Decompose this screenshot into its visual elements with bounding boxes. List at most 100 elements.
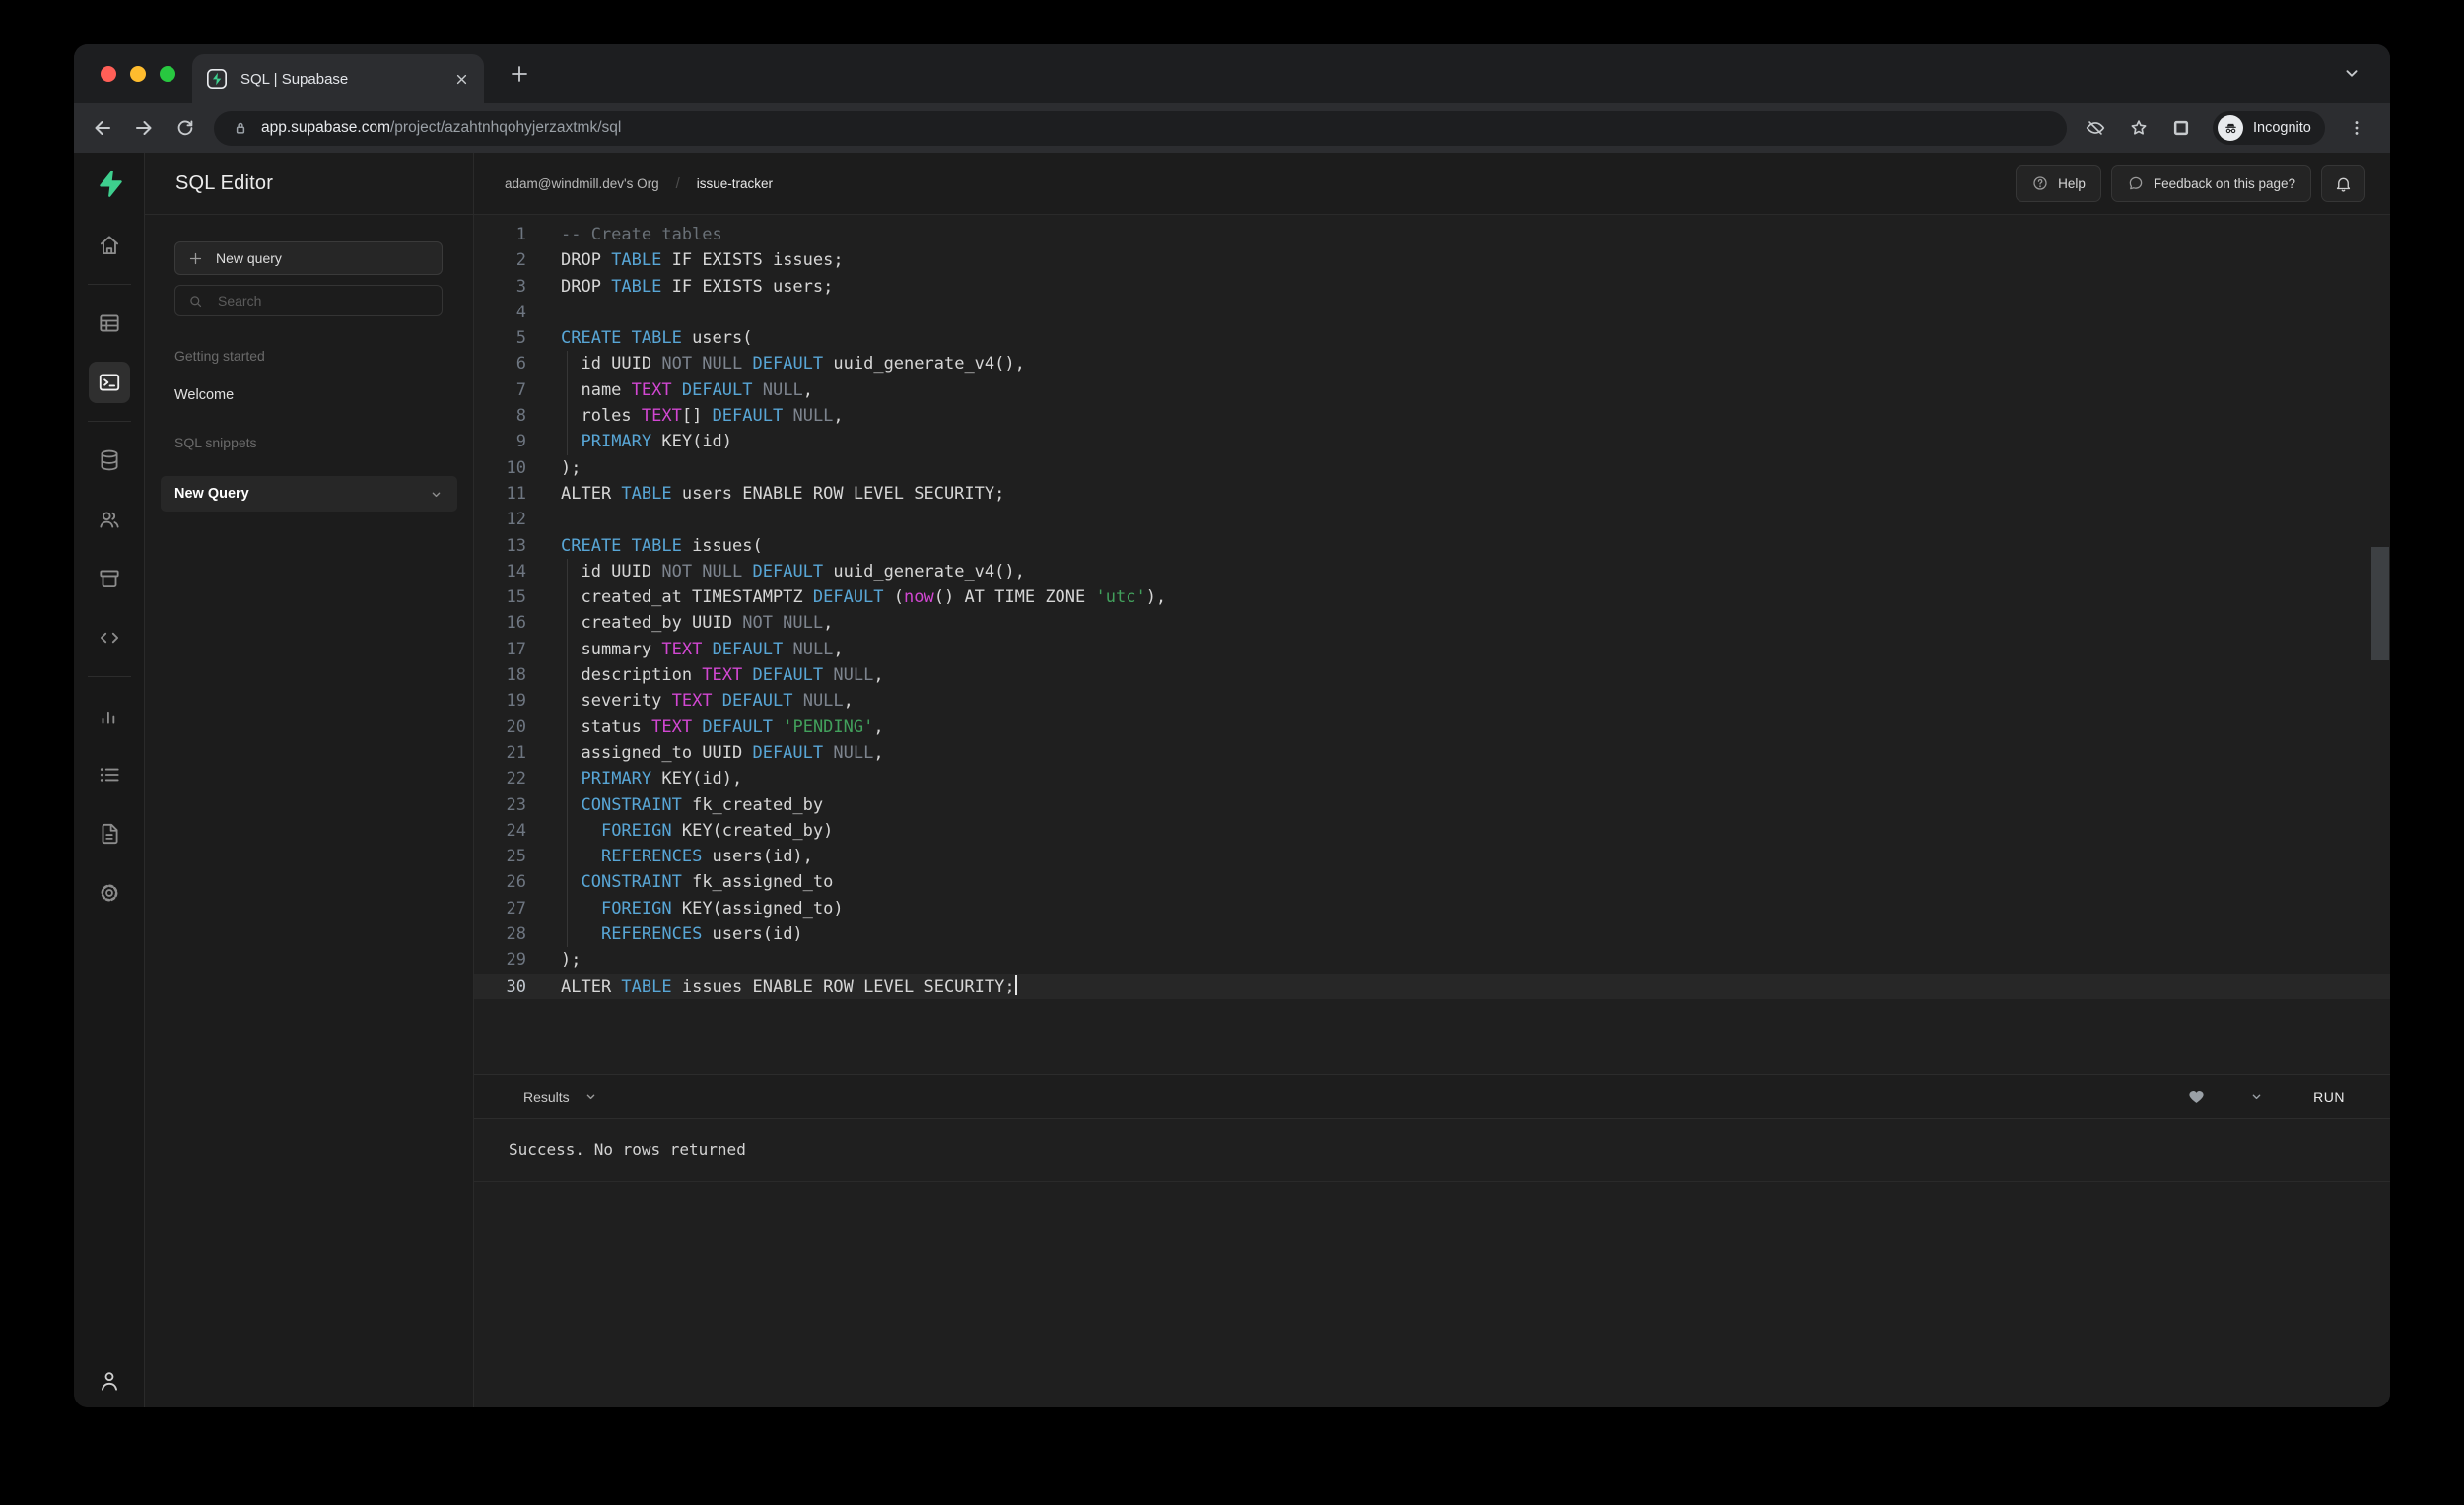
rail-item-table-editor[interactable] bbox=[89, 303, 130, 344]
rail-item-settings[interactable] bbox=[89, 872, 130, 914]
code-text: ); bbox=[561, 947, 581, 973]
code-line[interactable]: 5CREATE TABLE users( bbox=[474, 325, 2390, 351]
code-line[interactable]: 15 created_at TIMESTAMPTZ DEFAULT (now()… bbox=[474, 584, 2390, 610]
line-number: 20 bbox=[474, 715, 526, 740]
supabase-logo[interactable] bbox=[74, 169, 144, 198]
line-number: 1 bbox=[474, 222, 526, 247]
code-line[interactable]: 29); bbox=[474, 947, 2390, 973]
browser-menu-icon[interactable] bbox=[2347, 118, 2366, 138]
code-line[interactable]: 2DROP TABLE IF EXISTS issues; bbox=[474, 247, 2390, 273]
line-number: 11 bbox=[474, 481, 526, 507]
eye-off-icon[interactable] bbox=[2085, 117, 2106, 139]
editor-scrollbar[interactable] bbox=[2371, 547, 2389, 660]
new-tab-icon[interactable] bbox=[508, 62, 531, 86]
code-text: REFERENCES users(id), bbox=[561, 844, 813, 869]
code-text: PRIMARY KEY(id) bbox=[561, 429, 732, 454]
code-line[interactable]: 30ALTER TABLE issues ENABLE ROW LEVEL SE… bbox=[474, 974, 2390, 999]
code-line[interactable]: 28 REFERENCES users(id) bbox=[474, 922, 2390, 947]
new-query-button[interactable]: New query bbox=[174, 241, 443, 275]
page-title: SQL Editor bbox=[175, 172, 273, 195]
side-panel-icon[interactable] bbox=[2171, 118, 2191, 138]
code-line[interactable]: 27 FOREIGN KEY(assigned_to) bbox=[474, 896, 2390, 922]
url-bar[interactable]: app.supabase.com/project/azahtnhqohyjerz… bbox=[214, 111, 2067, 146]
code-text: DROP TABLE IF EXISTS users; bbox=[561, 274, 833, 300]
sidebar-item-welcome[interactable]: Welcome bbox=[174, 387, 444, 403]
favorite-heart-icon[interactable] bbox=[2187, 1087, 2206, 1106]
help-button[interactable]: Help bbox=[2016, 165, 2101, 202]
tab-title: SQL | Supabase bbox=[240, 71, 453, 88]
minimize-window-button[interactable] bbox=[130, 66, 146, 82]
code-line[interactable]: 20 status TEXT DEFAULT 'PENDING', bbox=[474, 715, 2390, 740]
code-line[interactable]: 25 REFERENCES users(id), bbox=[474, 844, 2390, 869]
maximize-window-button[interactable] bbox=[160, 66, 175, 82]
sidebar-section-label: SQL snippets bbox=[174, 435, 444, 450]
feedback-button[interactable]: Feedback on this page? bbox=[2111, 165, 2311, 202]
run-options-chevron-icon[interactable] bbox=[2249, 1089, 2264, 1104]
rail-item-home[interactable] bbox=[89, 225, 130, 266]
line-number: 14 bbox=[474, 559, 526, 584]
breadcrumb-org[interactable]: adam@windmill.dev's Org bbox=[505, 176, 659, 191]
rail-item-api[interactable] bbox=[89, 617, 130, 658]
breadcrumb-separator: / bbox=[676, 175, 680, 192]
code-line[interactable]: 3DROP TABLE IF EXISTS users; bbox=[474, 274, 2390, 300]
notifications-button[interactable] bbox=[2321, 165, 2365, 202]
code-line[interactable]: 14 id UUID NOT NULL DEFAULT uuid_generat… bbox=[474, 559, 2390, 584]
code-line[interactable]: 19 severity TEXT DEFAULT NULL, bbox=[474, 688, 2390, 714]
bookmark-star-icon[interactable] bbox=[2128, 117, 2150, 139]
sql-code-editor[interactable]: 1-- Create tables2DROP TABLE IF EXISTS i… bbox=[474, 215, 2390, 1074]
code-line[interactable]: 6 id UUID NOT NULL DEFAULT uuid_generate… bbox=[474, 351, 2390, 376]
code-text: FOREIGN KEY(assigned_to) bbox=[561, 896, 844, 922]
incognito-badge[interactable]: Incognito bbox=[2213, 111, 2325, 145]
code-line[interactable]: 22 PRIMARY KEY(id), bbox=[474, 766, 2390, 791]
code-line[interactable]: 24 FOREIGN KEY(created_by) bbox=[474, 818, 2390, 844]
code-line[interactable]: 21 assigned_to UUID DEFAULT NULL, bbox=[474, 740, 2390, 766]
code-line[interactable]: 8 roles TEXT[] DEFAULT NULL, bbox=[474, 403, 2390, 429]
close-tab-icon[interactable] bbox=[453, 71, 470, 88]
indent-guide bbox=[567, 844, 568, 869]
account-icon[interactable] bbox=[74, 1368, 144, 1394]
reload-icon[interactable] bbox=[172, 117, 198, 139]
code-line[interactable]: 4 bbox=[474, 300, 2390, 325]
results-dropdown[interactable]: Results bbox=[523, 1089, 598, 1105]
rail-item-authentication[interactable] bbox=[89, 499, 130, 540]
code-line[interactable]: 16 created_by UUID NOT NULL, bbox=[474, 610, 2390, 636]
code-line[interactable]: 23 CONSTRAINT fk_created_by bbox=[474, 792, 2390, 818]
code-line[interactable]: 1-- Create tables bbox=[474, 222, 2390, 247]
line-number: 29 bbox=[474, 947, 526, 973]
run-button[interactable]: RUN bbox=[2307, 1088, 2351, 1106]
indent-guide bbox=[567, 637, 568, 662]
close-window-button[interactable] bbox=[101, 66, 116, 82]
rail-item-storage[interactable] bbox=[89, 558, 130, 599]
rail-item-logs[interactable] bbox=[89, 754, 130, 795]
code-line[interactable]: 11ALTER TABLE users ENABLE ROW LEVEL SEC… bbox=[474, 481, 2390, 507]
results-toolbar: Results RUN bbox=[474, 1074, 2390, 1119]
breadcrumb-project[interactable]: issue-tracker bbox=[697, 176, 773, 191]
line-number: 13 bbox=[474, 533, 526, 559]
forward-icon[interactable] bbox=[131, 116, 157, 140]
indent-guide bbox=[567, 559, 568, 584]
code-line[interactable]: 18 description TEXT DEFAULT NULL, bbox=[474, 662, 2390, 688]
search-input[interactable] bbox=[216, 292, 430, 309]
rail-item-reports[interactable] bbox=[89, 695, 130, 736]
browser-tab[interactable]: SQL | Supabase bbox=[192, 54, 484, 103]
code-line[interactable]: 13CREATE TABLE issues( bbox=[474, 533, 2390, 559]
traffic-lights bbox=[101, 66, 175, 82]
supabase-favicon bbox=[206, 68, 228, 90]
code-line[interactable]: 12 bbox=[474, 507, 2390, 532]
indent-guide bbox=[567, 896, 568, 922]
rail-item-sql-editor[interactable] bbox=[89, 362, 130, 403]
code-line[interactable]: 9 PRIMARY KEY(id) bbox=[474, 429, 2390, 454]
code-line[interactable]: 26 CONSTRAINT fk_assigned_to bbox=[474, 869, 2390, 895]
breadcrumb: adam@windmill.dev's Org / issue-tracker bbox=[505, 175, 773, 192]
indent-guide bbox=[567, 869, 568, 895]
line-number: 28 bbox=[474, 922, 526, 947]
indent-guide bbox=[567, 688, 568, 714]
rail-item-database[interactable] bbox=[89, 440, 130, 481]
back-icon[interactable] bbox=[90, 116, 115, 140]
code-line[interactable]: 10); bbox=[474, 455, 2390, 481]
tab-search-chevron-icon[interactable] bbox=[2341, 62, 2362, 84]
code-line[interactable]: 7 name TEXT DEFAULT NULL, bbox=[474, 377, 2390, 403]
code-line[interactable]: 17 summary TEXT DEFAULT NULL, bbox=[474, 637, 2390, 662]
rail-item-docs[interactable] bbox=[89, 813, 130, 855]
sidebar-item-new-query[interactable]: New Query bbox=[161, 476, 457, 512]
